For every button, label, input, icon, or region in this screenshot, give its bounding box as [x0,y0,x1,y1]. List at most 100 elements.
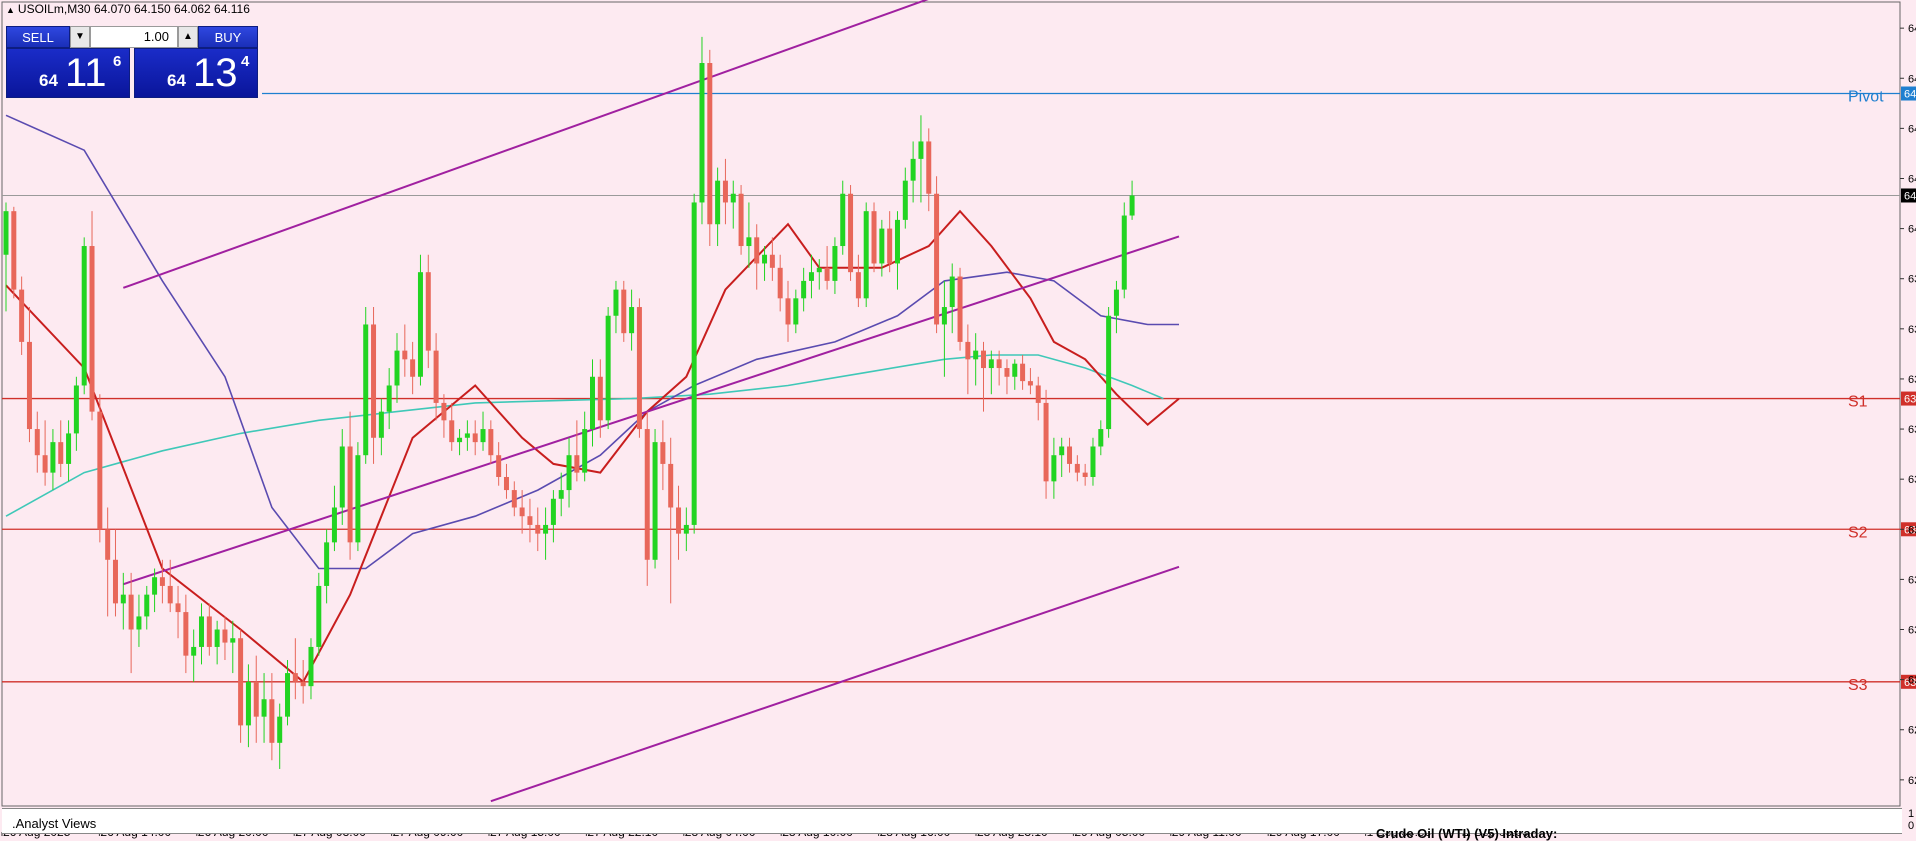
candle-body [410,359,416,377]
candle-body [597,376,603,421]
candle-body [58,442,64,464]
candle-body [511,490,517,508]
candle-body [652,442,658,560]
moving-average-mid [5,114,1179,570]
candle-body [152,577,158,595]
channel-mid-line[interactable] [122,235,1180,586]
bid-quote[interactable]: 64 11 6 [6,48,130,98]
symbol-info-text: USOILm,M30 64.070 64.150 64.062 64.116 [17,2,250,16]
collapse-triangle-icon[interactable]: ▲ [6,5,15,15]
candle-body [199,616,204,647]
indicator-window [2,808,1902,834]
candle-body [1027,381,1033,386]
bid-prefix: 64 [39,71,58,90]
candle-body [605,315,611,421]
sell-button[interactable]: SELL [6,26,70,48]
candle-body [324,542,330,586]
indicator-window-name: .Analyst Views [12,816,97,831]
candle-body [1035,385,1041,403]
candle-body [910,158,916,181]
candle-body [707,63,713,225]
candle-body [136,616,142,630]
y-tick-label: 63.580 [1908,424,1916,436]
symbol-info-header: ▲ USOILm,M30 64.070 64.150 64.062 64.116 [6,2,250,16]
candle-body [1106,315,1112,430]
candle-body [785,298,791,325]
candle-body [676,507,682,534]
y-tick-label: 63.810 [1908,324,1916,336]
candle-body [746,237,752,247]
candle-body [73,385,79,434]
candle-body [973,350,979,360]
candle-body [183,612,189,656]
s1-price-label: 63.650 [1904,394,1916,406]
pivot-level-name: Pivot [1848,89,1884,106]
candle-body [496,455,502,477]
lot-increase-button[interactable]: ▲ [178,26,198,48]
candle-body [230,638,236,643]
candle-body [871,211,877,264]
candle-body [167,585,173,604]
candle-body [105,529,111,560]
candle-body [613,289,619,316]
candle-body [42,455,48,473]
y-tick-label: 62.890 [1908,725,1916,737]
buy-button[interactable]: BUY [198,26,258,48]
candle-body [464,433,470,438]
y-tick-label: 64.385 [1908,73,1916,85]
candle-body [449,420,455,443]
candle-body [848,193,854,273]
candle-body [863,211,869,299]
candle-body [644,429,650,560]
candle-body [112,559,118,604]
y-tick-label: 64.270 [1908,123,1916,135]
candle-body [238,638,244,726]
candle-body [1012,363,1018,377]
candle-body [26,341,32,430]
candle-body [722,180,728,203]
ask-quote[interactable]: 64 13 4 [134,48,258,98]
ask-pip-digit: 4 [241,53,250,70]
candle-body [285,673,291,717]
candle-body [1129,195,1135,216]
candle-body [801,280,807,299]
current-price-label: 64.116 [1904,190,1916,202]
candle-body [81,246,87,386]
lot-decrease-button[interactable]: ▼ [70,26,90,48]
candle-body [308,646,314,687]
price-chart[interactable]: 64.116 Pivot 64.350 S1 63.650 S2 63.350 S3 63.00… [0,0,1916,840]
y-tick-label: 63.120 [1908,625,1916,637]
candle-body [371,324,377,438]
candle-body [378,411,384,438]
candle-body [1004,368,1010,377]
candle-body [574,455,580,473]
y-tick-label: 63.005 [1908,675,1916,687]
lot-size-input[interactable]: 1.00 [90,26,178,48]
candle-body [417,272,423,377]
channel-lower-line[interactable] [490,565,1180,803]
candle-body [824,267,830,281]
y-tick-label: 63.350 [1908,524,1916,536]
candle-body [636,307,642,430]
candle-body [1059,446,1065,456]
candle-body [934,193,940,325]
candle-body [840,193,846,247]
candle-body [253,681,259,717]
s3-level-name: S3 [1848,677,1868,694]
candle-body [590,376,595,430]
candle-body [535,524,541,534]
candle-body [292,673,298,682]
candle-body [949,276,955,308]
pivot-price-label: 64.350 [1904,89,1916,101]
candle-body [527,516,533,525]
candle-body [1098,429,1104,447]
candle-body [715,180,721,225]
candle-body [1082,472,1088,477]
candle-body [894,219,900,264]
candle-body [222,629,228,643]
candle-body [402,350,408,360]
bid-big-digits: 11 [65,51,107,95]
candle-body [668,463,674,508]
candle-body [730,193,736,203]
candle-body [433,350,439,403]
